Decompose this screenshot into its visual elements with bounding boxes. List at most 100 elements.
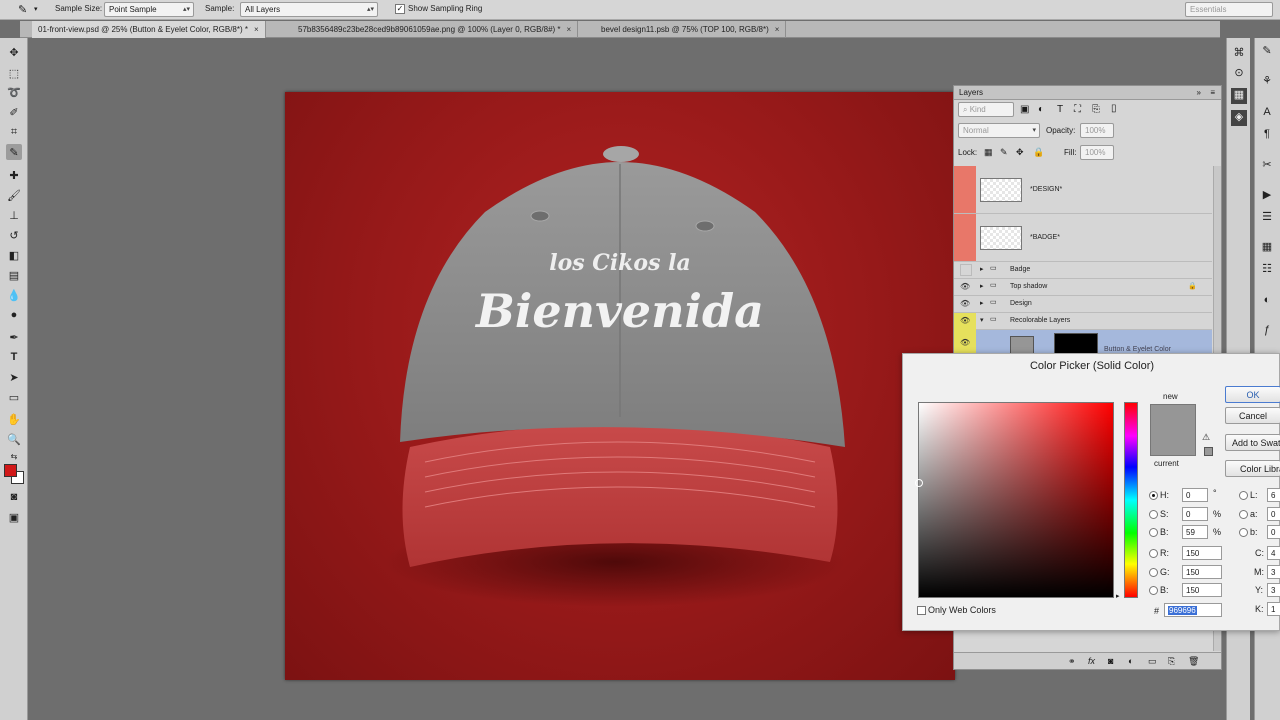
brush-preset-icon[interactable]: ✎ (1259, 44, 1275, 60)
shape-tool-icon[interactable]: ▭ (6, 389, 22, 405)
s-input[interactable]: 0 (1182, 507, 1208, 521)
actions-icon[interactable]: ▶ (1259, 188, 1275, 204)
channels-icon[interactable]: ▦ (1259, 240, 1275, 256)
adjustments-icon[interactable]: ☷ (1259, 262, 1275, 278)
tab-bevel-design[interactable]: bevel design11.psb @ 75% (TOP 100, RGB/8… (595, 21, 787, 38)
healing-brush-icon[interactable]: ✚ (6, 167, 22, 183)
layer-group-badge[interactable]: ▸ ▭ Badge (954, 262, 1212, 279)
move-tool-icon[interactable]: ✥ (6, 44, 22, 60)
b-radio[interactable] (1149, 528, 1158, 538)
fill-input[interactable]: 100% (1080, 145, 1114, 160)
trash-icon[interactable]: 🗑 (1188, 656, 1199, 667)
navigator-icon[interactable]: ⊙ (1231, 66, 1247, 82)
filter-toggle-icon[interactable]: ▯ (1111, 103, 1117, 114)
blue-input[interactable]: 150 (1182, 583, 1222, 597)
hue-slider[interactable] (1124, 402, 1138, 598)
blend-mode-select[interactable]: Normal ▾ (958, 123, 1040, 138)
lock-all-icon[interactable]: 🔒 (1033, 147, 1044, 158)
opacity-input[interactable]: 100% (1080, 123, 1114, 138)
eye-icon[interactable]: 👁 (960, 299, 972, 311)
zoom-tool-icon[interactable]: 🔍 (6, 431, 22, 447)
y-input[interactable]: 3 (1267, 583, 1280, 597)
lab-b-radio[interactable] (1239, 528, 1248, 538)
expand-arrow-icon[interactable]: ▸ (980, 299, 984, 307)
filter-shape-icon[interactable]: ⛶ (1074, 104, 1081, 115)
mini-bridge-icon[interactable]: ⌘ (1231, 46, 1247, 62)
show-ring-checkbox[interactable]: ✓ (395, 4, 405, 14)
expand-arrow-icon[interactable]: ▾ (980, 316, 984, 324)
r-radio[interactable] (1149, 549, 1158, 559)
g-radio[interactable] (1149, 568, 1158, 578)
add-to-swatches-button[interactable]: Add to Swatches (1225, 434, 1280, 451)
layer-group-design[interactable]: 👁 ▸ ▭ Design (954, 296, 1212, 313)
filter-type-icon[interactable]: T (1057, 104, 1063, 115)
visibility-off-box[interactable] (954, 214, 976, 261)
l-radio[interactable] (1239, 491, 1248, 501)
b-input[interactable]: 59 (1182, 525, 1208, 539)
tab-front-view[interactable]: 01-front-view.psd @ 25% (Button & Eyelet… (32, 21, 266, 38)
close-icon[interactable]: × (775, 25, 780, 34)
document-canvas[interactable]: los Cikos la Bienvenida (285, 92, 955, 680)
clone-source-icon[interactable]: ⚘ (1259, 74, 1275, 90)
eye-icon[interactable]: 👁 (960, 282, 972, 294)
tools-preset-icon[interactable]: ✂ (1259, 158, 1275, 174)
a-input[interactable]: 0 (1267, 507, 1280, 521)
workspace-select[interactable]: Essentials (1185, 2, 1273, 17)
lab-b-input[interactable]: 0 (1267, 525, 1280, 539)
layers-icon[interactable]: ◈ (1231, 110, 1247, 126)
eyedropper-tool-preset-icon[interactable]: ✎ (18, 3, 27, 16)
screen-mode-icon[interactable]: ▣ (6, 509, 22, 525)
color-field[interactable] (915, 402, 1114, 598)
out-of-gamut-icon[interactable]: ⚠ (1202, 432, 1210, 443)
paths-icon[interactable]: ƒ (1259, 324, 1275, 340)
m-input[interactable]: 3 (1267, 565, 1280, 579)
layer-filter-kind[interactable]: ⌕ Kind (958, 102, 1014, 117)
close-icon[interactable]: × (567, 25, 572, 34)
close-icon[interactable]: × (254, 25, 259, 34)
expand-arrow-icon[interactable]: ▸ (980, 265, 984, 273)
hand-tool-icon[interactable]: ✋ (6, 411, 22, 427)
character-icon[interactable]: A (1259, 106, 1275, 122)
eye-icon[interactable]: 👁 (960, 316, 972, 328)
tool-preset-dropdown-icon[interactable]: ▾ (34, 5, 38, 13)
brush-tool-icon[interactable]: 🖌 (6, 187, 22, 203)
sample-select[interactable]: All Layers ▴▾ (240, 2, 378, 17)
stamp-tool-icon[interactable]: ⊥ (6, 207, 22, 223)
swap-colors-icon[interactable]: ⇆ (6, 448, 22, 464)
expand-arrow-icon[interactable]: ▸ (980, 282, 984, 290)
lasso-tool-icon[interactable]: ➰ (6, 84, 22, 100)
web-safe-icon[interactable] (1204, 447, 1213, 456)
visibility-empty-box[interactable] (960, 264, 972, 276)
adjustment-layer-icon[interactable]: ◐ (1128, 656, 1133, 666)
color-icon[interactable]: ▦ (1231, 88, 1247, 104)
k-input[interactable]: 1 (1267, 602, 1280, 616)
l-input[interactable]: 6 (1267, 488, 1280, 502)
eye-icon[interactable]: 👁 (960, 338, 972, 350)
blur-tool-icon[interactable]: 💧 (6, 287, 22, 303)
h-radio[interactable] (1149, 491, 1158, 501)
g-input[interactable]: 150 (1182, 565, 1222, 579)
quick-select-tool-icon[interactable]: ✐ (6, 104, 22, 120)
layer-row-badge-smart[interactable]: *BADGE* (954, 214, 1212, 262)
hue-slider-handle-icon[interactable]: ▸ (1116, 592, 1120, 600)
history-brush-icon[interactable]: ↺ (6, 227, 22, 243)
eraser-tool-icon[interactable]: ◧ (6, 247, 22, 263)
foreground-color-swatch[interactable] (4, 464, 17, 477)
quick-mask-icon[interactable]: ◙ (6, 489, 22, 505)
hex-input[interactable]: 969696 (1164, 603, 1222, 617)
only-web-checkbox[interactable] (917, 606, 926, 616)
link-layers-icon[interactable]: ⚭ (1068, 656, 1076, 667)
filter-pixel-icon[interactable]: ▣ (1020, 104, 1029, 115)
tab-png-layer[interactable]: 57b8356489c23be28ced9b89061059ae.png @ 1… (292, 21, 579, 38)
ok-button[interactable]: OK (1225, 386, 1280, 403)
h-input[interactable]: 0 (1182, 488, 1208, 502)
color-libraries-button[interactable]: Color Libraries (1225, 460, 1280, 477)
pen-tool-icon[interactable]: ✒ (6, 329, 22, 345)
panel-options-icon[interactable]: ≡ (1210, 88, 1215, 97)
visibility-off-box[interactable] (954, 166, 976, 213)
styles-icon[interactable]: ◐ (1259, 294, 1275, 310)
type-tool-icon[interactable]: T (6, 349, 22, 365)
dodge-tool-icon[interactable]: ● (6, 307, 22, 323)
marquee-tool-icon[interactable]: ⬚ (6, 65, 22, 81)
lock-transparency-icon[interactable]: ▦ (984, 147, 993, 158)
